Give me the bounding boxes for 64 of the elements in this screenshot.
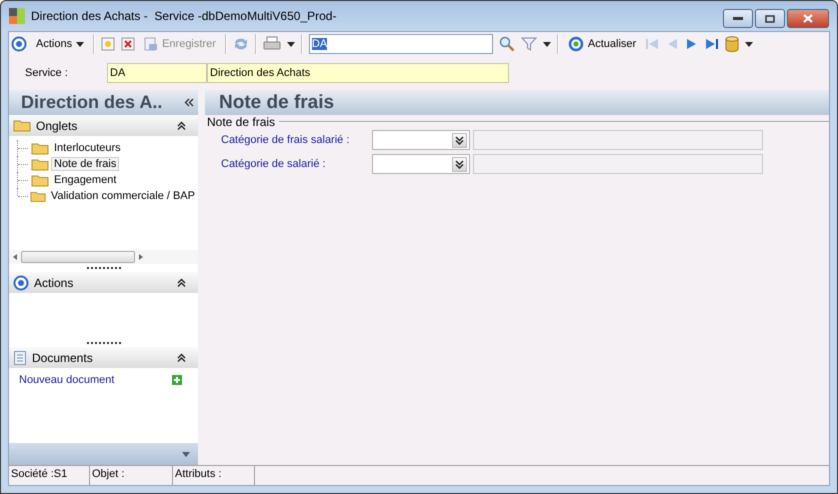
collapse-icon[interactable] [177, 352, 186, 362]
text-field[interactable] [473, 154, 763, 174]
collapse-panel-icon[interactable] [184, 98, 194, 107]
app-icon [9, 8, 25, 24]
scroll-left-icon[interactable] [13, 254, 17, 260]
maximize-button[interactable] [755, 9, 785, 28]
delete-icon[interactable] [121, 37, 136, 51]
target-icon[interactable] [11, 36, 27, 52]
folder-icon [31, 174, 49, 186]
service-code-field[interactable]: DA [107, 63, 207, 83]
refresh-icon [568, 36, 584, 52]
text-field[interactable] [473, 130, 763, 150]
folder-icon [13, 119, 31, 132]
dropdown-icon[interactable] [455, 136, 464, 144]
section-header[interactable]: Actions [9, 272, 198, 293]
collapse-icon[interactable] [177, 120, 186, 130]
search-icon[interactable] [498, 36, 515, 52]
caret-icon [286, 42, 295, 46]
dropdown-icon[interactable] [455, 160, 464, 168]
tree-item[interactable]: Engagement [51, 173, 120, 187]
caret-icon [542, 42, 551, 46]
minimize-button[interactable] [723, 9, 753, 28]
status-cell: Objet : [90, 466, 173, 485]
dropdown-field[interactable] [372, 154, 470, 174]
caret-icon [76, 42, 84, 46]
new-document-link[interactable]: Nouveau document [19, 374, 114, 386]
search-field[interactable]: DA [308, 34, 493, 54]
horizontal-scrollbar[interactable] [9, 250, 198, 264]
status-cell: Société :S1 [9, 466, 90, 485]
close-button[interactable] [787, 9, 829, 28]
refresh-button[interactable]: Actualiser [564, 35, 640, 53]
document-icon [13, 350, 27, 366]
panel-title-text: Direction des A.. [21, 92, 162, 113]
database-icon[interactable] [725, 36, 740, 52]
scroll-right-icon[interactable] [139, 254, 143, 260]
folder-icon [31, 142, 49, 154]
filter-icon[interactable] [520, 36, 537, 52]
field-label: Catégorie de salarié : [221, 158, 327, 170]
print-icon[interactable] [262, 36, 281, 52]
close-icon [803, 14, 813, 23]
maximize-icon [765, 14, 775, 22]
tree-item[interactable]: Validation commerciale / BAP [48, 189, 198, 203]
service-label: Service : [25, 67, 69, 79]
caret-icon [745, 42, 754, 46]
section-header[interactable]: Onglets [9, 115, 198, 136]
actions-menu-button[interactable]: Actions [33, 37, 88, 51]
window-title: Direction des Achats - Service -dbDemoMultiV650_Prod- [31, 9, 336, 23]
save-icon [144, 37, 158, 51]
tree-item[interactable]: Note de frais [51, 157, 120, 171]
status-cell: Attributs : [173, 466, 255, 485]
group-label: Note de frais [206, 115, 276, 129]
last-record-icon[interactable] [705, 37, 720, 51]
collapse-icon[interactable] [177, 278, 186, 286]
folder-icon [30, 190, 46, 202]
form-title: Note de frais [205, 90, 829, 115]
field-label: Catégorie de frais salarié : [221, 134, 350, 146]
tree-item[interactable]: Interlocuteurs [51, 141, 124, 155]
new-icon[interactable] [101, 37, 116, 51]
add-icon[interactable] [172, 375, 182, 385]
minimize-icon [733, 16, 743, 20]
service-name-field[interactable]: Direction des Achats [207, 63, 509, 83]
section-header[interactable]: Documents [9, 347, 198, 368]
dropdown-field[interactable] [372, 130, 470, 150]
actions-icon[interactable] [13, 274, 29, 290]
